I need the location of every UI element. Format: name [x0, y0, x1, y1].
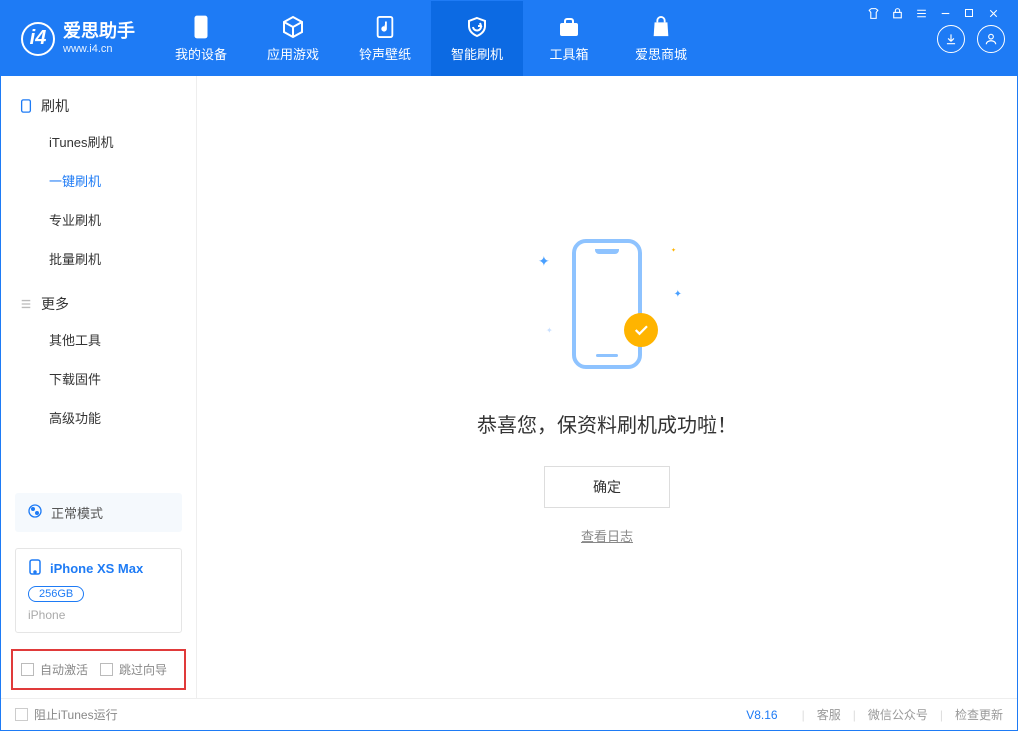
checkbox-icon	[15, 708, 28, 721]
device-type: iPhone	[28, 608, 65, 622]
sidebar-item-advanced[interactable]: 高级功能	[1, 398, 196, 437]
phone-outline-icon	[572, 239, 642, 369]
cube-icon	[280, 14, 306, 40]
tab-store[interactable]: 爱思商城	[615, 1, 707, 76]
sparkle-icon: ✦	[671, 247, 676, 254]
sidebar-item-itunes-flash[interactable]: iTunes刷机	[1, 122, 196, 161]
sidebar-item-other-tools[interactable]: 其他工具	[1, 320, 196, 359]
footer-link-wechat[interactable]: 微信公众号	[868, 706, 928, 723]
list-icon	[19, 297, 33, 311]
success-message: 恭喜您，保资料刷机成功啦！	[477, 409, 737, 438]
window-controls	[866, 6, 1000, 20]
refresh-shield-icon	[464, 14, 490, 40]
device-card[interactable]: iPhone XS Max 256GB iPhone	[15, 548, 182, 633]
view-log-link[interactable]: 查看日志	[581, 526, 633, 545]
checkbox-icon	[100, 663, 113, 676]
tab-label: 我的设备	[175, 44, 227, 63]
menu-icon[interactable]	[914, 6, 928, 20]
lock-icon[interactable]	[890, 6, 904, 20]
tab-apps-games[interactable]: 应用游戏	[247, 1, 339, 76]
highlight-options: 自动激活 跳过向导	[11, 649, 186, 690]
mode-icon	[27, 503, 43, 522]
footer-link-support[interactable]: 客服	[817, 706, 841, 723]
checkbox-auto-activate[interactable]: 自动激活	[21, 661, 88, 678]
checkbox-block-itunes[interactable]: 阻止iTunes运行	[15, 706, 118, 723]
main-content: ✦ ✦ ✦ ✦ 恭喜您，保资料刷机成功啦！ 确定 查看日志	[197, 76, 1017, 698]
phone-icon	[19, 99, 33, 113]
check-badge-icon	[624, 313, 658, 347]
sidebar-item-pro-flash[interactable]: 专业刷机	[1, 200, 196, 239]
tab-ringtone-wallpaper[interactable]: 铃声壁纸	[339, 1, 431, 76]
checkbox-icon	[21, 663, 34, 676]
footer-link-update[interactable]: 检查更新	[955, 706, 1003, 723]
version-label: V8.16	[746, 708, 777, 722]
footer-links: V8.16 | 客服 | 微信公众号 | 检查更新	[746, 706, 1003, 723]
app-subtitle: www.i4.cn	[63, 43, 135, 56]
maximize-icon[interactable]	[962, 6, 976, 20]
sidebar-group-more: 更多	[1, 288, 196, 320]
body: 刷机 iTunes刷机 一键刷机 专业刷机 批量刷机 更多 其他工具 下载固件 …	[1, 76, 1017, 698]
tab-label: 铃声壁纸	[359, 44, 411, 63]
mode-card[interactable]: 正常模式	[15, 493, 182, 532]
checkbox-skip-guide[interactable]: 跳过向导	[100, 661, 167, 678]
tab-smart-flash[interactable]: 智能刷机	[431, 1, 523, 76]
device-phone-icon	[28, 559, 42, 578]
success-illustration: ✦ ✦ ✦ ✦	[532, 229, 682, 379]
sidebar-item-oneclick-flash[interactable]: 一键刷机	[1, 161, 196, 200]
tab-label: 爱思商城	[635, 44, 687, 63]
sparkle-icon: ✦	[546, 326, 553, 335]
sparkle-icon: ✦	[674, 289, 682, 300]
app-title: 爱思助手	[63, 21, 135, 43]
device-storage: 256GB	[28, 586, 84, 602]
logo[interactable]: i4 爱思助手 www.i4.cn	[21, 21, 135, 56]
ok-button[interactable]: 确定	[544, 466, 670, 508]
sidebar-item-download-firmware[interactable]: 下载固件	[1, 359, 196, 398]
device-name: iPhone XS Max	[50, 561, 143, 576]
music-file-icon	[372, 14, 398, 40]
tab-toolbox[interactable]: 工具箱	[523, 1, 615, 76]
toolbox-icon	[556, 14, 582, 40]
shirt-icon[interactable]	[866, 6, 880, 20]
tabs: 我的设备 应用游戏 铃声壁纸 智能刷机 工具箱 爱思商城	[155, 1, 707, 76]
download-button[interactable]	[937, 25, 965, 53]
app-window: i4 爱思助手 www.i4.cn 我的设备 应用游戏 铃声壁纸 智能刷机	[0, 0, 1018, 731]
mode-label: 正常模式	[51, 503, 103, 522]
sparkle-icon: ✦	[538, 253, 550, 270]
sidebar-group-flash: 刷机	[1, 90, 196, 122]
tab-label: 应用游戏	[267, 44, 319, 63]
user-button[interactable]	[977, 25, 1005, 53]
tab-my-device[interactable]: 我的设备	[155, 1, 247, 76]
tab-label: 工具箱	[549, 44, 588, 63]
header-right	[937, 25, 1005, 53]
bag-icon	[648, 14, 674, 40]
close-icon[interactable]	[986, 6, 1000, 20]
footer: 阻止iTunes运行 V8.16 | 客服 | 微信公众号 | 检查更新	[1, 698, 1017, 730]
header: i4 爱思助手 www.i4.cn 我的设备 应用游戏 铃声壁纸 智能刷机	[1, 1, 1017, 76]
device-icon	[188, 14, 214, 40]
sidebar-item-batch-flash[interactable]: 批量刷机	[1, 239, 196, 278]
sidebar: 刷机 iTunes刷机 一键刷机 专业刷机 批量刷机 更多 其他工具 下载固件 …	[1, 76, 197, 698]
logo-icon: i4	[21, 22, 55, 56]
minimize-icon[interactable]	[938, 6, 952, 20]
tab-label: 智能刷机	[451, 44, 503, 63]
